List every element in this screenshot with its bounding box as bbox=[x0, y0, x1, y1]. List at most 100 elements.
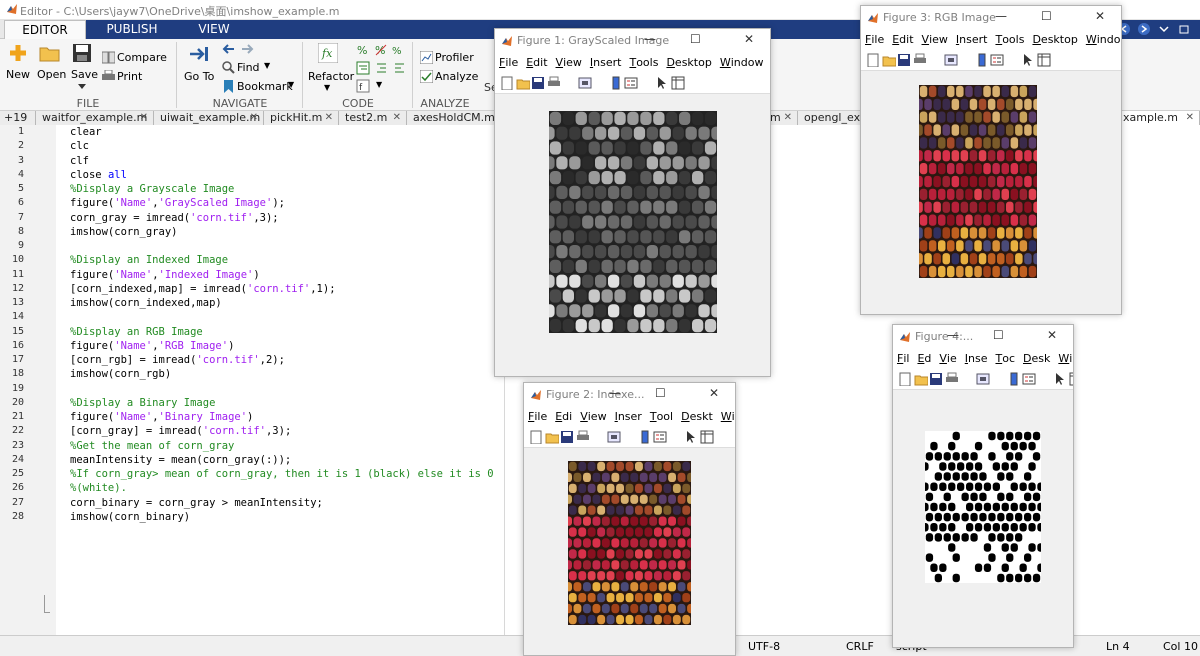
code-line[interactable]: imshow(corn_gray) bbox=[70, 226, 177, 238]
figure-menu-item[interactable]: Deskt bbox=[677, 407, 717, 423]
file-tab[interactable]: axesHoldCM.m bbox=[407, 111, 507, 125]
refactor-button[interactable]: fx Refactor ▼ bbox=[306, 41, 354, 95]
code-line[interactable]: %If corn_gray> mean of corn_gray, then i… bbox=[70, 468, 494, 480]
close-icon[interactable]: ✕ bbox=[140, 111, 148, 125]
open-file-icon[interactable] bbox=[545, 430, 559, 444]
figure-menu-item[interactable]: Toc bbox=[991, 349, 1019, 365]
close-icon[interactable]: ✕ bbox=[744, 32, 754, 46]
property-editor-icon[interactable] bbox=[700, 430, 714, 444]
figure-window-1[interactable]: Figure 1: GrayScaled Image — ☐ ✕ File Edi… bbox=[494, 28, 771, 377]
indent-icon[interactable] bbox=[374, 61, 388, 75]
open-file-icon[interactable] bbox=[882, 53, 896, 67]
figure-menu-item[interactable]: Help bbox=[767, 53, 770, 69]
legend-icon[interactable] bbox=[653, 430, 667, 444]
code-line[interactable]: close all bbox=[70, 169, 127, 181]
figure-menu-item[interactable]: Tools bbox=[625, 53, 662, 69]
minimize-icon[interactable]: — bbox=[947, 328, 959, 342]
code-line[interactable]: [corn_gray] = imread('corn.tif',3); bbox=[70, 425, 291, 437]
property-editor-icon[interactable] bbox=[1037, 53, 1051, 67]
legend-icon[interactable] bbox=[624, 76, 638, 90]
pointer-arrow-icon[interactable] bbox=[1021, 53, 1035, 67]
code-line[interactable]: %Display a Grayscale Image bbox=[70, 183, 234, 195]
property-editor-icon[interactable] bbox=[1069, 372, 1075, 386]
file-tab[interactable]: uiwait_example.m ✕ bbox=[154, 111, 264, 125]
open-button[interactable]: Open bbox=[34, 41, 66, 95]
figure-menu-item[interactable]: Windo bbox=[717, 407, 735, 423]
figure-menu-item[interactable]: Window bbox=[1082, 30, 1121, 46]
find-button[interactable]: Find ▼ bbox=[220, 60, 280, 76]
new-button[interactable]: New bbox=[2, 41, 32, 95]
figure-menu-item[interactable]: Edit bbox=[522, 53, 551, 69]
close-icon[interactable]: ✕ bbox=[393, 111, 401, 125]
figure-menu-item[interactable]: View bbox=[918, 30, 952, 46]
figure-window-2[interactable]: Figure 2: Indexe... — ☐ ✕ File Edi View Ins… bbox=[523, 382, 736, 656]
code-line[interactable]: %(white). bbox=[70, 482, 127, 494]
maximize-icon[interactable]: ☐ bbox=[1041, 9, 1052, 23]
open-file-icon[interactable] bbox=[516, 76, 530, 90]
print-button[interactable]: Print bbox=[100, 69, 170, 85]
figure-menu-item[interactable]: View bbox=[552, 53, 586, 69]
code-line[interactable]: %Display an RGB Image bbox=[70, 326, 203, 338]
code-line[interactable]: meanIntensity = mean(corn_gray(:)); bbox=[70, 454, 291, 466]
outdent-icon[interactable] bbox=[392, 61, 406, 75]
code-line[interactable]: %Display a Binary Image bbox=[70, 397, 215, 409]
save-button[interactable]: Save bbox=[68, 41, 98, 95]
chevron-down-icon[interactable]: ▼ bbox=[376, 80, 382, 89]
figure-menu-item[interactable]: Inse bbox=[961, 349, 992, 365]
code-line[interactable]: imshow(corn_indexed,map) bbox=[70, 297, 222, 309]
colorbar-icon[interactable] bbox=[1007, 372, 1021, 386]
open-file-icon[interactable] bbox=[914, 372, 928, 386]
code-line[interactable]: %Get the mean of corn_gray bbox=[70, 440, 234, 452]
code-folding-icon[interactable]: f bbox=[356, 79, 374, 93]
wrap-comments-icon[interactable]: % bbox=[392, 43, 406, 57]
link-figure-icon[interactable] bbox=[976, 372, 990, 386]
code-line[interactable]: clf bbox=[70, 155, 89, 167]
tab-publish[interactable]: PUBLISH bbox=[86, 20, 178, 39]
figure-menu-item[interactable]: Wind bbox=[1054, 349, 1073, 365]
bookmark-button[interactable]: Bookmark ▼ bbox=[220, 79, 300, 95]
figure-menu-item[interactable]: Edit bbox=[888, 30, 917, 46]
maximize-icon[interactable]: ☐ bbox=[993, 328, 1004, 342]
code-line[interactable]: figure('Name','GrayScaled Image'); bbox=[70, 197, 285, 209]
save-figure-icon[interactable] bbox=[897, 53, 911, 67]
minimize-icon[interactable]: — bbox=[609, 386, 621, 400]
new-figure-icon[interactable] bbox=[866, 53, 880, 67]
fold-marker[interactable] bbox=[44, 595, 50, 613]
print-figure-icon[interactable] bbox=[945, 372, 959, 386]
maximize-icon[interactable]: ☐ bbox=[690, 32, 701, 46]
save-figure-icon[interactable] bbox=[531, 76, 545, 90]
compare-button[interactable]: Compare bbox=[100, 50, 170, 66]
figure-menu-item[interactable]: File bbox=[861, 30, 888, 46]
code-line[interactable]: clc bbox=[70, 140, 89, 152]
minimize-icon[interactable]: — bbox=[995, 9, 1007, 23]
print-figure-icon[interactable] bbox=[547, 76, 561, 90]
figure-menu-item[interactable]: Insert bbox=[952, 30, 992, 46]
legend-icon[interactable] bbox=[1022, 372, 1036, 386]
figure-menu-item[interactable]: View bbox=[576, 407, 610, 423]
close-icon[interactable]: ✕ bbox=[325, 111, 333, 125]
tab-editor[interactable]: EDITOR bbox=[4, 20, 86, 39]
profiler-button[interactable]: Profiler bbox=[418, 50, 480, 66]
print-figure-icon[interactable] bbox=[913, 53, 927, 67]
nav-forward-icon[interactable] bbox=[240, 43, 254, 55]
code-line[interactable]: clear bbox=[70, 126, 102, 138]
file-tab[interactable]: waitfor_example.m ✕ bbox=[36, 111, 154, 125]
tab-overflow-count[interactable]: +19 bbox=[0, 111, 36, 125]
minimize-icon[interactable]: — bbox=[644, 32, 656, 46]
goto-button[interactable]: Go To bbox=[180, 41, 218, 95]
restore-icon[interactable] bbox=[1177, 22, 1191, 36]
figure-titlebar[interactable]: Figure 1: GrayScaled Image — ☐ ✕ bbox=[495, 29, 770, 53]
close-icon[interactable]: ✕ bbox=[250, 111, 258, 125]
code-line[interactable]: corn_binary = corn_gray > meanIntensity; bbox=[70, 497, 323, 509]
close-icon[interactable]: ✕ bbox=[1186, 111, 1194, 125]
colorbar-icon[interactable] bbox=[609, 76, 623, 90]
analyze-button[interactable]: Analyze bbox=[418, 69, 480, 85]
file-tab[interactable]: pickHit.m ✕ bbox=[264, 111, 339, 125]
figure-titlebar[interactable]: Figure 4:... — ☐ ✕ bbox=[893, 325, 1073, 349]
figure-menu-item[interactable]: Insert bbox=[586, 53, 626, 69]
figure-menu-item[interactable]: Tools bbox=[991, 30, 1028, 46]
link-figure-icon[interactable] bbox=[607, 430, 621, 444]
code-line[interactable]: figure('Name','Indexed Image') bbox=[70, 269, 260, 281]
link-figure-icon[interactable] bbox=[944, 53, 958, 67]
code-line[interactable]: imshow(corn_rgb) bbox=[70, 368, 171, 380]
